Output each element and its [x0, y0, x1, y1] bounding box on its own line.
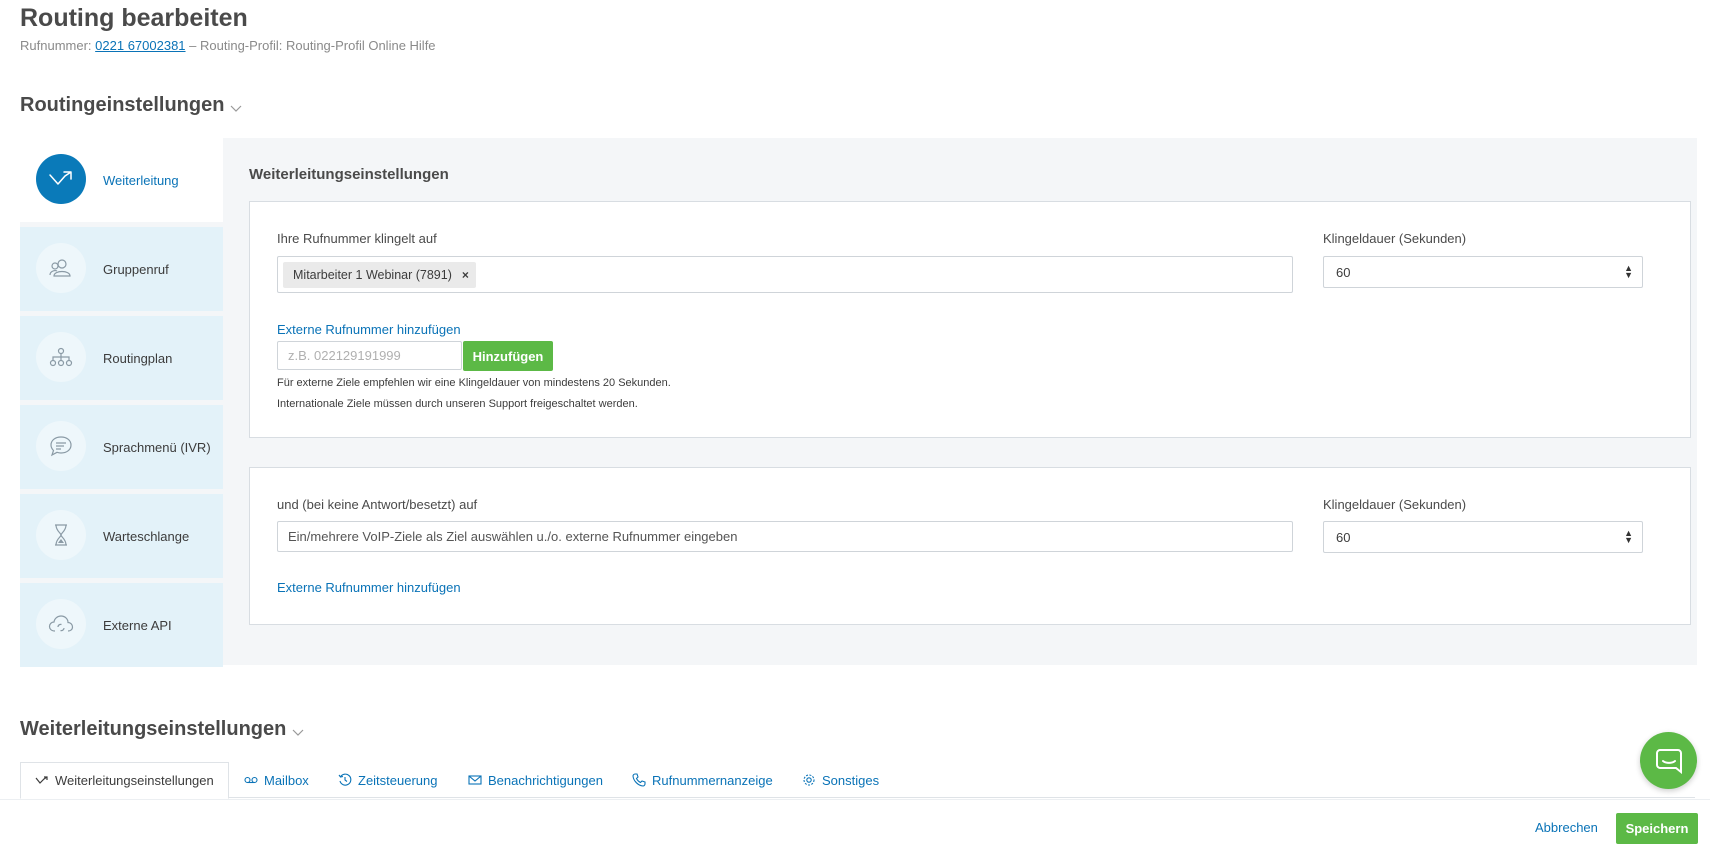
primary-forwarding-box: Ihre Rufnummer klingelt auf Mitarbeiter … [249, 201, 1691, 438]
clock-icon [338, 773, 352, 786]
group-users-icon [36, 243, 86, 293]
phone-icon [632, 773, 646, 787]
tab-rufnummernanzeige[interactable]: Rufnummernanzeige [632, 762, 773, 798]
fallback-add-external-number-link[interactable]: Externe Rufnummer hinzufügen [277, 580, 461, 595]
tab-zeitsteuerung[interactable]: Zeitsteuerung [338, 762, 438, 798]
sidebar-item-externe-api[interactable]: Externe API [20, 583, 223, 667]
sidebar-item-label: Weiterleitung [103, 172, 179, 188]
routing-settings-heading[interactable]: Routingeinstellungen [20, 94, 242, 117]
speech-bubble-icon [36, 421, 86, 471]
tab-sonstiges[interactable]: Sonstiges [802, 762, 879, 798]
page-subtitle: Rufnummer: 0221 67002381 – Routing-Profi… [20, 38, 436, 53]
sidebar-item-warteschlange[interactable]: Warteschlange [20, 494, 223, 578]
routing-panel: Weiterleitung Gruppenruf Routingplan Spr… [20, 138, 1697, 667]
sidebar-item-label: Routingplan [103, 350, 173, 366]
cancel-button[interactable]: Abbrechen [1535, 820, 1598, 835]
tab-weiterleitungseinstellungen[interactable]: Weiterleitungseinstellungen [20, 762, 229, 799]
tab-label: Mailbox [264, 772, 309, 788]
sidebar-item-label: Sprachmenü (IVR) [103, 439, 211, 455]
sidebar-item-routingplan[interactable]: Routingplan [20, 316, 223, 400]
external-hint-international: Internationale Ziele müssen durch unsere… [277, 398, 638, 410]
sidebar-item-sprachmenue[interactable]: Sprachmenü (IVR) [20, 405, 223, 489]
number-prefix: Rufnummer: [20, 38, 92, 53]
fallback-ring-duration-select[interactable]: 60 ▲ ▼ [1323, 521, 1643, 553]
tab-label: Sonstiges [822, 772, 880, 788]
settings-section-title: Weiterleitungseinstellungen [20, 718, 287, 740]
ring-duration-value: 60 [1336, 264, 1351, 280]
forward-arrow-icon [35, 775, 48, 784]
routing-tree-icon [36, 332, 86, 382]
target-tag-label: Mitarbeiter 1 Webinar (7891) [293, 268, 452, 282]
forwarding-settings-title: Weiterleitungseinstellungen [249, 166, 449, 183]
chevron-down-icon [292, 729, 304, 736]
sidebar-item-gruppenruf[interactable]: Gruppenruf [20, 227, 223, 311]
fallback-ring-duration-value: 60 [1336, 529, 1351, 545]
sidebar-item-label: Externe API [103, 617, 172, 633]
primary-target-label: Ihre Rufnummer klingelt auf [277, 231, 437, 246]
select-arrows-icon: ▲ ▼ [1624, 528, 1633, 545]
cloud-sync-icon [36, 599, 86, 649]
primary-target-input[interactable]: Mitarbeiter 1 Webinar (7891) × [277, 256, 1293, 293]
fallback-ring-duration-label: Klingeldauer (Sekunden) [1323, 497, 1467, 512]
fallback-target-label: und (bei keine Antwort/besetzt) auf [277, 497, 478, 512]
settings-section-heading[interactable]: Weiterleitungseinstellungen [20, 718, 304, 741]
ring-duration-label: Klingeldauer (Sekunden) [1323, 231, 1467, 246]
tag-remove-icon[interactable]: × [462, 262, 469, 288]
chat-icon [1655, 748, 1682, 774]
external-number-input[interactable]: z.B. 022129191999 [277, 341, 462, 370]
footer-bar: Abbrechen Speichern [0, 799, 1710, 855]
add-external-number-link[interactable]: Externe Rufnummer hinzufügen [277, 322, 461, 337]
routing-profile-text: – Routing-Profil: Routing-Profil Online … [189, 38, 436, 53]
tab-label: Zeitsteuerung [358, 772, 438, 788]
tab-label: Benachrichtigungen [488, 772, 603, 788]
forward-arrow-icon [36, 154, 86, 204]
chat-widget-button[interactable] [1640, 732, 1697, 789]
select-arrows-icon: ▲ ▼ [1624, 263, 1633, 280]
routing-type-nav: Weiterleitung Gruppenruf Routingplan Spr… [20, 138, 223, 672]
envelope-icon [468, 775, 482, 785]
gear-icon [803, 774, 815, 786]
ring-duration-select[interactable]: 60 ▲ ▼ [1323, 256, 1643, 288]
sidebar-item-label: Warteschlange [103, 528, 190, 544]
phone-number-link[interactable]: 0221 67002381 [95, 38, 185, 53]
chevron-down-icon [231, 105, 242, 112]
sidebar-item-label: Gruppenruf [103, 261, 169, 277]
external-hint-duration: Für externe Ziele empfehlen wir eine Kli… [277, 377, 671, 389]
fallback-forwarding-box: und (bei keine Antwort/besetzt) auf Ein/… [249, 467, 1691, 625]
tab-mailbox[interactable]: Mailbox [244, 762, 309, 798]
page-title: Routing bearbeiten [20, 4, 248, 32]
tab-benachrichtigungen[interactable]: Benachrichtigungen [468, 762, 603, 798]
save-button[interactable]: Speichern [1616, 813, 1698, 844]
settings-tabs: Weiterleitungseinstellungen Mailbox Zeit… [20, 762, 1695, 799]
routing-settings-title: Routingeinstellungen [20, 94, 225, 116]
tab-label: Weiterleitungseinstellungen [55, 773, 214, 788]
fallback-target-input[interactable]: Ein/mehrere VoIP-Ziele als Ziel auswähle… [277, 521, 1293, 552]
voicemail-icon [244, 776, 258, 784]
add-button[interactable]: Hinzufügen [463, 341, 553, 371]
sidebar-item-weiterleitung[interactable]: Weiterleitung [20, 138, 223, 222]
tab-label: Rufnummernanzeige [652, 772, 773, 788]
hourglass-icon [36, 510, 86, 560]
target-tag: Mitarbeiter 1 Webinar (7891) × [283, 262, 476, 288]
